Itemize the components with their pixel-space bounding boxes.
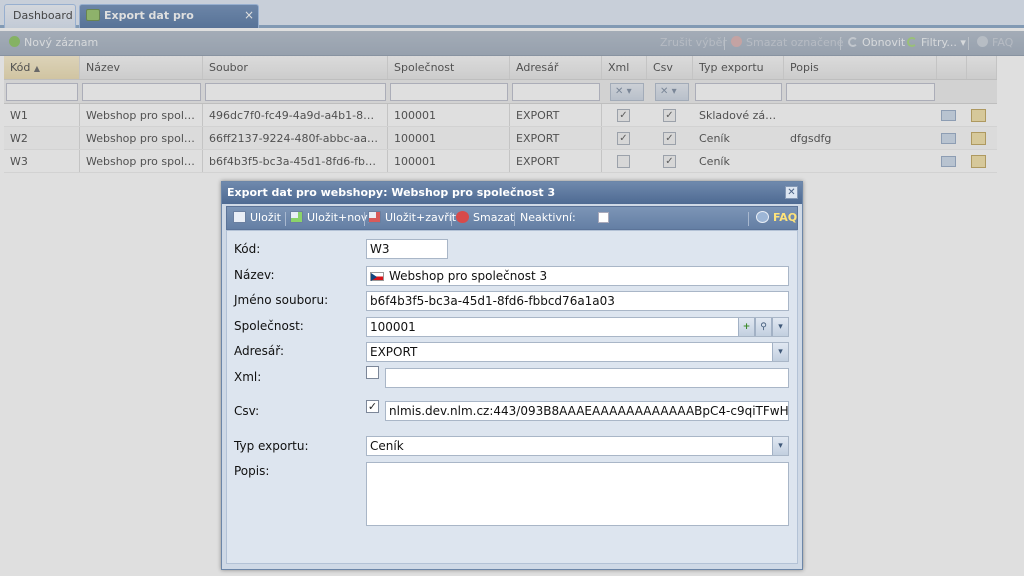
search-icon[interactable]: ⚲ bbox=[755, 318, 772, 336]
spolecnost-input[interactable]: 100001 + ⚲ ▾ bbox=[366, 317, 789, 337]
save-button[interactable]: Uložit bbox=[233, 211, 281, 224]
save-new-button[interactable]: Uložit+nový bbox=[290, 211, 374, 224]
faq-label: FAQ bbox=[773, 211, 798, 224]
faq-button[interactable]: FAQ bbox=[756, 211, 797, 224]
delete-button[interactable]: Smazat bbox=[456, 211, 514, 224]
delete-icon bbox=[456, 211, 469, 223]
kod-label: Kód: bbox=[234, 242, 261, 256]
dialog-title: Export dat pro webshopy: Webshop pro spo… bbox=[222, 182, 802, 204]
dialog-toolbar: Uložit Uložit+nový Uložit+zavřít Smazat … bbox=[226, 206, 798, 230]
save-close-label: Uložit+zavřít bbox=[385, 211, 457, 224]
save-close-button[interactable]: Uložit+zavřít bbox=[368, 211, 456, 224]
dialog-form: Kód: W3 Název: Webshop pro společnost 3 … bbox=[226, 230, 798, 564]
dialog-title-text: Export dat pro webshopy: Webshop pro spo… bbox=[227, 186, 556, 199]
popis-label: Popis: bbox=[234, 464, 270, 478]
edit-dialog: Export dat pro webshopy: Webshop pro spo… bbox=[221, 181, 803, 570]
help-icon bbox=[756, 211, 769, 223]
nazev-label: Název: bbox=[234, 268, 275, 282]
inactive-checkbox[interactable] bbox=[598, 212, 609, 223]
toolbar-separator bbox=[748, 212, 749, 226]
spolecnost-label: Společnost: bbox=[234, 319, 304, 333]
save-icon bbox=[233, 211, 246, 223]
csv-label: Csv: bbox=[234, 404, 260, 418]
czech-flag-icon bbox=[370, 272, 384, 281]
chevron-down-icon[interactable]: ▾ bbox=[772, 343, 788, 361]
typ-label: Typ exportu: bbox=[234, 439, 309, 453]
xml-label: Xml: bbox=[234, 370, 262, 384]
csv-checkbox[interactable]: ✓ bbox=[366, 400, 379, 413]
add-company-icon[interactable]: + bbox=[738, 318, 755, 336]
save-new-icon bbox=[290, 211, 303, 223]
xml-checkbox[interactable] bbox=[366, 366, 379, 379]
inactive-label: Neaktivní: bbox=[520, 211, 576, 224]
adresar-label: Adresář: bbox=[234, 344, 285, 358]
adresar-select[interactable]: EXPORT ▾ bbox=[366, 342, 789, 362]
save-label: Uložit bbox=[250, 211, 281, 224]
csv-url-input[interactable]: nlmis.dev.nlm.cz:443/093B8AAAEAAAAAAAAAA… bbox=[385, 401, 789, 421]
soubor-input[interactable]: b6f4b3f5-bc3a-45d1-8fd6-fbbcd76a1a03 bbox=[366, 291, 789, 311]
toolbar-separator bbox=[285, 212, 286, 226]
save-close-icon bbox=[368, 211, 381, 223]
soubor-label: Jméno souboru: bbox=[234, 293, 329, 307]
delete-label: Smazat bbox=[473, 211, 515, 224]
chevron-down-icon[interactable]: ▾ bbox=[772, 318, 788, 336]
popis-textarea[interactable] bbox=[366, 462, 789, 526]
chevron-down-icon[interactable]: ▾ bbox=[772, 437, 788, 455]
xml-url-input[interactable] bbox=[385, 368, 789, 388]
toolbar-separator bbox=[364, 212, 365, 226]
nazev-input[interactable]: Webshop pro společnost 3 bbox=[366, 266, 789, 286]
spolecnost-value: 100001 bbox=[370, 320, 416, 334]
nazev-value: Webshop pro společnost 3 bbox=[389, 269, 548, 283]
toolbar-separator bbox=[451, 212, 452, 226]
toolbar-separator bbox=[514, 212, 515, 226]
typ-value: Ceník bbox=[370, 439, 404, 453]
typ-select[interactable]: Ceník ▾ bbox=[366, 436, 789, 456]
kod-input[interactable]: W3 bbox=[366, 239, 448, 259]
adresar-value: EXPORT bbox=[370, 345, 418, 359]
dialog-close-icon[interactable]: ✕ bbox=[785, 186, 798, 199]
